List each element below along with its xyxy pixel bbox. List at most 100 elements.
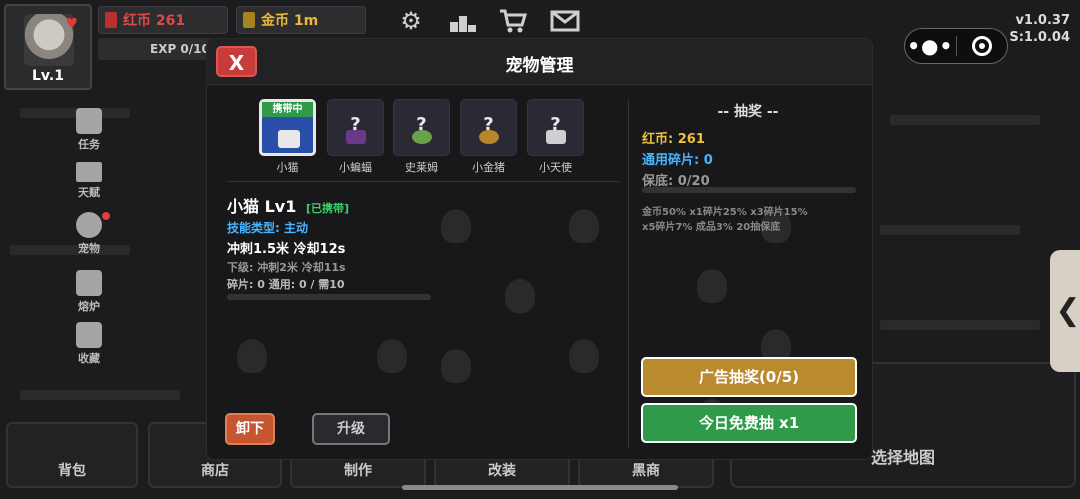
sidebar-item-collection[interactable]: 收藏 <box>64 322 114 366</box>
sidebar-item-label: 天赋 <box>78 186 100 199</box>
free-draw-button[interactable]: 今日免费抽 x1 <box>641 403 857 443</box>
unequip-button[interactable]: 卸下 <box>225 413 275 445</box>
divider <box>227 181 619 182</box>
exp-label: EXP 0/10 <box>150 42 210 56</box>
close-miniprogram-button[interactable] <box>956 36 1007 56</box>
lottery-title: -- 抽奖 -- <box>717 104 779 120</box>
chest-icon <box>76 322 102 348</box>
fragment-progress-bar <box>227 294 431 300</box>
carrying-tag: 携带中 <box>262 102 313 117</box>
gear-icon[interactable]: ⚙ <box>396 8 426 34</box>
sidebar-item-talent[interactable]: 天赋 <box>64 162 114 200</box>
next-level-effect: 下级: 冲刺2米 冷却11s <box>227 261 346 274</box>
pet-card: ? <box>327 99 384 156</box>
pet-detail-name: 小猫 <box>227 197 260 216</box>
mask-decoration <box>441 349 471 383</box>
upgrade-button[interactable]: 升级 <box>312 413 390 445</box>
mask-decoration <box>505 279 535 313</box>
bg-weapon-silhouette <box>890 115 1040 125</box>
pet-name: 史莱姆 <box>405 161 438 174</box>
pet-slot-slime[interactable]: ? 史莱姆 <box>393 99 450 175</box>
mask-decoration <box>569 209 599 243</box>
target-icon <box>971 36 992 56</box>
miniprogram-capsule: •●• <box>904 28 1008 64</box>
client-version: v1.0.37 <box>1015 13 1070 28</box>
side-drawer-handle[interactable]: ❮ <box>1050 250 1080 372</box>
pet-name: 小蝙蝠 <box>339 161 372 174</box>
drop-rates: 金币50% x1碎片25% x3碎片15% x5碎片7% 成品3% 20抽保底 <box>642 205 856 235</box>
gold-coin-icon <box>243 12 255 28</box>
sidebar-item-label: 收藏 <box>78 352 100 365</box>
sidebar-item-label: 熔炉 <box>78 300 100 313</box>
clipboard-icon <box>76 108 102 134</box>
pet-detail-header: 小猫 Lv1 [已携带] <box>227 193 349 217</box>
gold-coin-value: 金币 1m <box>261 13 319 29</box>
mask-decoration <box>237 339 267 373</box>
ranking-icon[interactable] <box>448 8 478 34</box>
version-info: v1.0.37 S:1.0.04 <box>1009 12 1070 46</box>
home-indicator[interactable] <box>402 485 678 490</box>
red-coin-icon <box>105 12 117 28</box>
drop-rates-line: 金币50% x1碎片25% x3碎片15% <box>642 207 808 218</box>
slime-sprite-icon <box>412 130 432 144</box>
bg-weapon-silhouette <box>880 320 1040 330</box>
player-level: Lv.1 <box>32 68 64 84</box>
fragment-count: 碎片: 0 通用: 0 / 需10 <box>227 278 345 291</box>
nav-label: 黑商 <box>632 463 660 479</box>
mask-decoration <box>569 339 599 373</box>
server-version: S:1.0.04 <box>1009 30 1070 45</box>
pet-slot-cat[interactable]: 携带中 小猫 <box>259 99 316 175</box>
drop-rates-line: x5碎片7% 成品3% 20抽保底 <box>642 222 781 233</box>
red-coin-display: 红币 261 <box>98 6 228 34</box>
pet-card: ? <box>393 99 450 156</box>
dumbbell-icon <box>76 162 102 182</box>
hammer-icon <box>76 270 102 296</box>
pet-slot-bat[interactable]: ? 小蝙蝠 <box>327 99 384 175</box>
lottery-red-coin: 红币: 261 <box>642 132 705 147</box>
pig-sprite-icon <box>479 130 499 144</box>
pet-management-dialog: X 宠物管理 携带中 小猫 ? 小蝙蝠 ? 史莱姆 ? 小金猪 ? 小天使 小猫… <box>206 38 873 460</box>
ad-draw-button[interactable]: 广告抽奖(0/5) <box>641 357 857 397</box>
pet-card: ? <box>460 99 517 156</box>
cat-sprite-icon <box>278 130 300 148</box>
heart-icon: ♥ <box>65 16 78 32</box>
pity-progress-bar <box>642 187 856 193</box>
skill-effect: 冲刺1.5米 冷却12s <box>227 242 346 257</box>
pet-slot-golden-pig[interactable]: ? 小金猪 <box>460 99 517 175</box>
carried-status: [已携带] <box>305 202 349 215</box>
pet-slot-angel[interactable]: ? 小天使 <box>527 99 584 175</box>
bg-weapon-silhouette <box>20 390 180 400</box>
exp-bar: EXP 0/10 <box>98 38 218 60</box>
angel-sprite-icon <box>546 130 566 144</box>
sidebar-item-forge[interactable]: 熔炉 <box>64 270 114 314</box>
pet-name: 小猫 <box>276 161 299 174</box>
mask-decoration <box>377 339 407 373</box>
red-coin-value: 红币 261 <box>123 13 186 29</box>
sidebar-item-pet[interactable]: 宠物 <box>64 212 114 256</box>
sidebar-item-label: 任务 <box>78 138 100 151</box>
sidebar-item-label: 宠物 <box>78 242 100 255</box>
skill-type: 技能类型: 主动 <box>227 221 308 235</box>
nav-backpack-button[interactable]: 背包 <box>6 422 138 488</box>
dialog-header: X 宠物管理 <box>207 39 872 85</box>
pet-name: 小金猪 <box>472 161 505 174</box>
nav-label: 改装 <box>488 463 516 479</box>
player-avatar[interactable]: ♥ Lv.1 <box>4 4 92 90</box>
paw-icon <box>76 212 102 238</box>
divider <box>628 99 629 449</box>
nav-label: 背包 <box>58 463 86 479</box>
mask-decoration <box>441 209 471 243</box>
mail-icon[interactable] <box>550 8 580 34</box>
bat-sprite-icon <box>346 130 366 144</box>
pet-name: 小天使 <box>539 161 572 174</box>
more-menu-icon[interactable]: •●• <box>905 34 956 58</box>
pet-card: ? <box>527 99 584 156</box>
pet-card: 携带中 <box>259 99 316 156</box>
notification-dot <box>102 212 110 220</box>
bg-weapon-silhouette <box>880 225 1020 235</box>
mask-decoration <box>697 269 727 303</box>
gold-coin-display: 金币 1m <box>236 6 366 34</box>
cart-icon[interactable] <box>498 8 528 34</box>
sidebar-item-task[interactable]: 任务 <box>64 108 114 152</box>
nav-label: 商店 <box>201 463 229 479</box>
